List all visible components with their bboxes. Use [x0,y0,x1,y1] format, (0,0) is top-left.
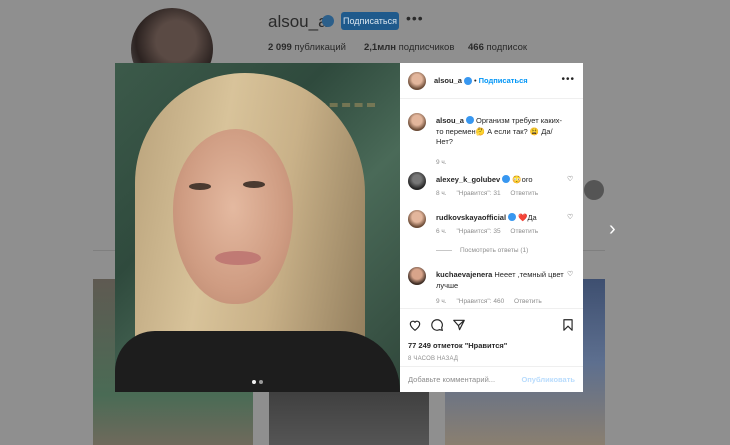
reply-button[interactable]: Ответить [510,228,538,235]
reply-button[interactable]: Ответить [514,298,542,305]
list-item: rudkovskayaofficial ❤️Да 6 ч. "Нравится"… [408,210,578,240]
caption-time: 9 ч. [436,159,447,166]
separator: • [473,76,477,85]
profile-follow-button[interactable]: Подписаться [341,12,399,30]
author-username[interactable]: alsou_a [434,76,462,85]
next-post-button[interactable]: › [609,218,616,241]
photo-eye [243,181,265,188]
post-photo[interactable] [115,63,400,392]
verified-icon [508,213,517,221]
post-side-panel: alsou_a • Подписаться ••• alsou_a Органи… [400,63,583,392]
heart-icon[interactable] [408,318,422,332]
post-timestamp: 8 ЧАСОВ НАЗАД [408,356,459,362]
commenter-avatar[interactable] [408,210,426,228]
like-comment-heart-icon[interactable]: ♡ [567,213,574,221]
caption-avatar[interactable] [408,113,426,131]
story-highlight[interactable] [584,180,604,200]
publish-button[interactable]: Опубликовать [521,375,575,384]
profile-username: alsou_a [268,12,328,31]
bookmark-icon[interactable] [561,318,575,332]
followers-stat[interactable]: 2,1млн подписчиков [364,42,454,53]
carousel-indicator [252,380,263,384]
list-item: kuchaevajenera Нееет ,темный цвет лучше … [408,267,578,307]
like-comment-heart-icon[interactable]: ♡ [567,270,574,278]
photo-lips [215,251,261,265]
like-comment-heart-icon[interactable]: ♡ [567,175,574,183]
post-actions: 77 249 отметок "Нравится" 8 ЧАСОВ НАЗАД [400,308,583,362]
verified-icon [463,76,472,85]
more-options-icon[interactable]: ••• [561,74,575,85]
comment-time: 8 ч. [436,190,447,197]
profile-more-icon[interactable]: ••• [406,10,424,26]
author-avatar[interactable] [408,71,426,90]
posts-stat: 2 099 публикаций [268,42,346,53]
comment-likes[interactable]: "Нравится": 31 [456,190,500,197]
verified-icon [322,15,334,27]
view-replies-button[interactable]: Посмотреть ответы (1) [436,247,528,254]
commenter-username[interactable]: alexey_k_golubev [436,175,500,184]
comment-input[interactable] [408,375,522,384]
replies-line [436,250,452,251]
comment-time: 6 ч. [436,228,447,235]
comment-text: 😳ого [512,175,533,184]
verified-icon [465,116,474,124]
likes-count[interactable]: 77 249 отметок "Нравится" [408,341,575,350]
caption-username[interactable]: alsou_a [436,116,464,125]
reply-button[interactable]: Ответить [510,190,538,197]
comments-list: alsou_a Организм требует каких-то переме… [400,107,583,307]
verified-icon [502,175,511,183]
caption: alsou_a Организм требует каких-то переме… [408,113,578,166]
share-icon[interactable] [452,318,466,332]
post-modal: alsou_a • Подписаться ••• alsou_a Органи… [115,63,583,392]
photo-face [173,129,293,304]
comment-time: 9 ч. [436,298,447,305]
commenter-avatar[interactable] [408,267,426,285]
comment-likes[interactable]: "Нравится": 460 [456,298,504,305]
commenter-avatar[interactable] [408,172,426,190]
add-comment-bar: Опубликовать [400,366,583,392]
commenter-username[interactable]: kuchaevajenera [436,270,492,279]
follow-button[interactable]: Подписаться [479,76,528,85]
comment-icon[interactable] [430,318,444,332]
comment-likes[interactable]: "Нравится": 35 [456,228,500,235]
photo-eye [189,183,211,190]
list-item: alexey_k_golubev 😳ого 8 ч. "Нравится": 3… [408,172,578,202]
comment-text: ❤️Да [518,213,537,222]
commenter-username[interactable]: rudkovskayaofficial [436,213,506,222]
following-stat[interactable]: 466 подписок [468,42,527,53]
post-header: alsou_a • Подписаться ••• [400,63,583,99]
